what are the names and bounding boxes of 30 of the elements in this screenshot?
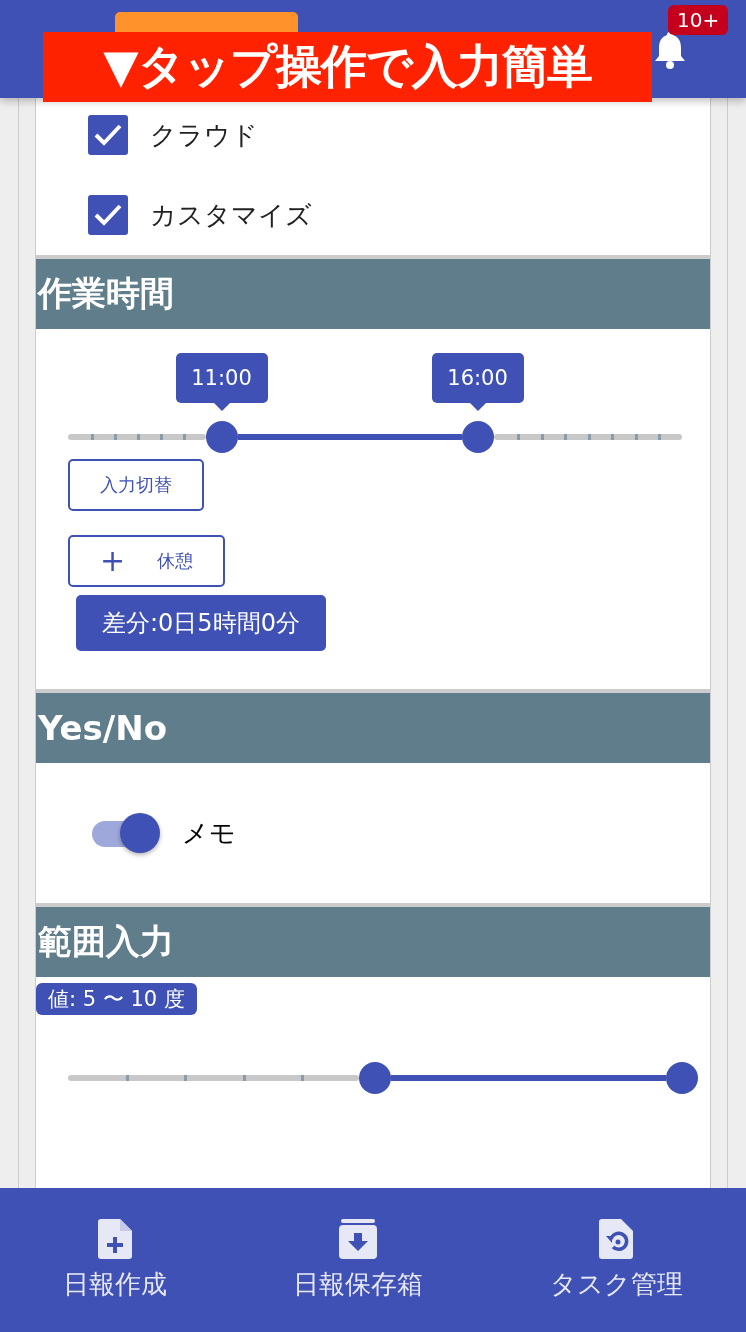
difference-label: 差分:0日5時間0分 <box>76 595 326 651</box>
switch-input-button[interactable]: 入力切替 <box>68 459 204 511</box>
notification-badge: 10+ <box>668 5 729 35</box>
section-title: 作業時間 <box>36 272 174 315</box>
nav-item[interactable]: タスク管理 <box>549 1218 683 1302</box>
section-title: 範囲入力 <box>37 920 174 963</box>
add-break-button[interactable]: + 休憩 <box>68 535 226 587</box>
checkmark-icon <box>93 123 123 147</box>
checkbox[interactable] <box>88 195 128 235</box>
file-refresh-icon <box>599 1218 634 1259</box>
slider-thumb[interactable] <box>461 421 494 453</box>
value-label: 値: 5 〜 10 度 <box>36 983 197 1015</box>
checkbox-label: クラウド <box>150 118 258 152</box>
checkbox-label: カスタマイズ <box>150 198 312 232</box>
slider-thumb[interactable] <box>666 1062 698 1094</box>
file-plus-icon <box>98 1218 133 1259</box>
nav-item[interactable]: 日報保存箱 <box>293 1218 424 1302</box>
section-title: Yes/No <box>37 708 168 748</box>
checkbox[interactable] <box>88 115 128 155</box>
value-tooltip: 16:00 <box>431 353 524 411</box>
checkmark-icon <box>93 203 123 227</box>
nav-item[interactable]: 日報作成 <box>63 1218 168 1302</box>
promo-banner: ▼タップ操作で入力簡単 <box>43 32 652 102</box>
toggle-label: メモ <box>182 816 236 850</box>
bell-icon[interactable] <box>652 30 688 70</box>
toggle-switch[interactable] <box>92 813 160 853</box>
archive-icon <box>339 1218 378 1259</box>
value-tooltip: 11:00 <box>175 353 268 411</box>
slider-thumb[interactable] <box>359 1062 391 1094</box>
slider-thumb[interactable] <box>205 421 238 453</box>
